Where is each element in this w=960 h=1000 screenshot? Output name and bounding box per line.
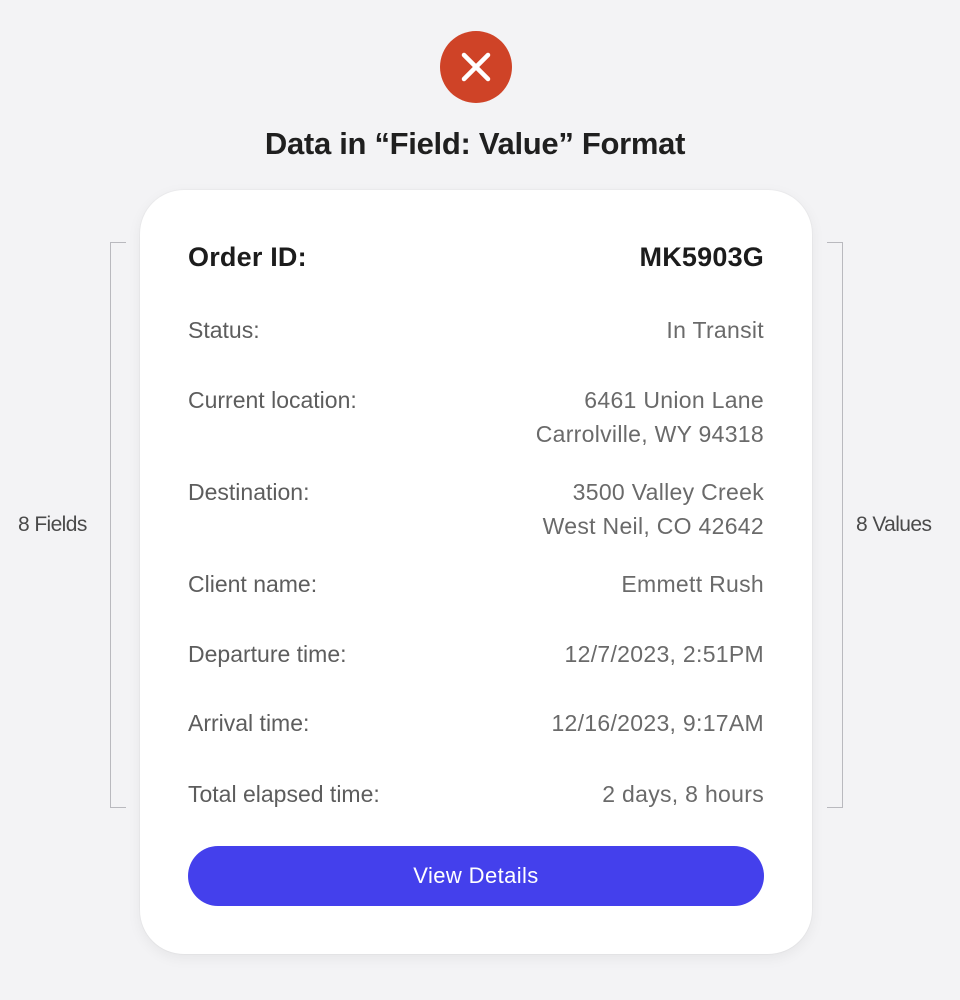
arrival-time-field: Arrival time: <box>188 710 310 736</box>
status-field: Status: <box>188 317 260 343</box>
order-card: Order ID: MK5903G Status: In Transit Cur… <box>140 190 812 954</box>
close-icon <box>461 52 491 82</box>
client-name-row: Client name: Emmett Rush <box>188 567 764 601</box>
destination-field: Destination: <box>188 479 310 505</box>
order-id-field: Order ID: <box>188 242 307 272</box>
departure-time-value: 12/7/2023, 2:51PM <box>564 641 764 667</box>
fields-bracket <box>110 242 126 808</box>
destination-value: 3500 Valley Creek West Neil, CO 42642 <box>542 479 764 539</box>
order-id-row: Order ID: MK5903G <box>188 240 764 274</box>
values-count-label: 8 Values <box>856 513 932 536</box>
client-name-field: Client name: <box>188 571 318 597</box>
arrival-time-row: Arrival time: 12/16/2023, 9:17AM <box>188 706 764 740</box>
values-bracket <box>827 242 843 808</box>
arrival-time-value: 12/16/2023, 9:17AM <box>551 710 764 736</box>
status-row: Status: In Transit <box>188 313 764 347</box>
view-details-button[interactable]: View Details <box>188 846 764 906</box>
total-elapsed-time-value: 2 days, 8 hours <box>602 781 764 807</box>
current-location-field: Current location: <box>188 387 357 413</box>
departure-time-field: Departure time: <box>188 641 347 667</box>
destination-row: Destination: 3500 Valley Creek West Neil… <box>188 475 764 543</box>
fields-count-label: 8 Fields <box>18 513 87 536</box>
client-name-value: Emmett Rush <box>621 571 764 597</box>
current-location-row: Current location: 6461 Union Lane Carrol… <box>188 383 764 451</box>
current-location-value: 6461 Union Lane Carrolville, WY 94318 <box>535 387 764 447</box>
status-value: In Transit <box>666 317 764 343</box>
departure-time-row: Departure time: 12/7/2023, 2:51PM <box>188 637 764 671</box>
total-elapsed-time-field: Total elapsed time: <box>188 781 380 807</box>
page-title: Data in “Field: Value” Format <box>264 126 686 161</box>
order-id-value: MK5903G <box>639 242 764 272</box>
error-badge <box>440 31 512 103</box>
total-elapsed-time-row: Total elapsed time: 2 days, 8 hours <box>188 777 764 811</box>
